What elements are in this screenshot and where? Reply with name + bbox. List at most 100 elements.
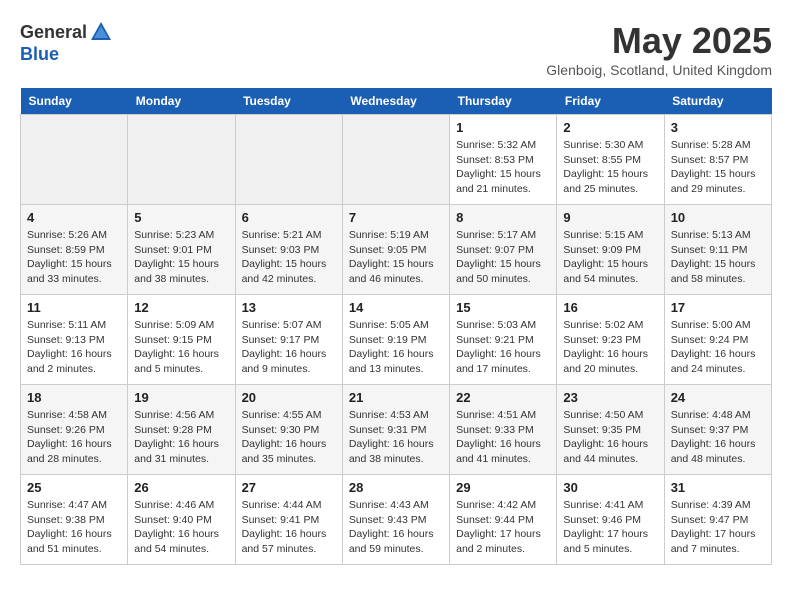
day-number: 21	[349, 390, 443, 405]
day-number: 12	[134, 300, 228, 315]
month-title: May 2025	[546, 20, 772, 62]
calendar-cell	[235, 115, 342, 205]
day-number: 3	[671, 120, 765, 135]
calendar-cell: 15 Sunrise: 5:03 AMSunset: 9:21 PMDayligh…	[450, 295, 557, 385]
day-number: 8	[456, 210, 550, 225]
day-number: 17	[671, 300, 765, 315]
calendar-cell: 19 Sunrise: 4:56 AMSunset: 9:28 PMDayligh…	[128, 385, 235, 475]
day-info: Sunrise: 5:28 AMSunset: 8:57 PMDaylight:…	[671, 138, 765, 197]
day-number: 9	[563, 210, 657, 225]
calendar-cell: 22 Sunrise: 4:51 AMSunset: 9:33 PMDayligh…	[450, 385, 557, 475]
day-info: Sunrise: 5:19 AMSunset: 9:05 PMDaylight:…	[349, 228, 443, 287]
day-info: Sunrise: 5:07 AMSunset: 9:17 PMDaylight:…	[242, 318, 336, 377]
day-info: Sunrise: 5:02 AMSunset: 9:23 PMDaylight:…	[563, 318, 657, 377]
calendar-cell: 10Sunrise: 5:13 AMSunset: 9:11 PMDayligh…	[664, 205, 771, 295]
day-number: 19	[134, 390, 228, 405]
page-header: General Blue May 2025 Glenboig, Scotland…	[20, 20, 772, 78]
day-info: Sunrise: 4:43 AMSunset: 9:43 PMDaylight:…	[349, 498, 443, 557]
calendar-cell	[21, 115, 128, 205]
day-info: Sunrise: 5:15 AMSunset: 9:09 PMDaylight:…	[563, 228, 657, 287]
day-info: Sunrise: 5:11 AMSunset: 9:13 PMDaylight:…	[27, 318, 121, 377]
day-info: Sunrise: 4:55 AMSunset: 9:30 PMDaylight:…	[242, 408, 336, 467]
day-number: 5	[134, 210, 228, 225]
day-info: Sunrise: 5:21 AMSunset: 9:03 PMDaylight:…	[242, 228, 336, 287]
day-info: Sunrise: 4:56 AMSunset: 9:28 PMDaylight:…	[134, 408, 228, 467]
calendar-cell: 31 Sunrise: 4:39 AMSunset: 9:47 PMDayligh…	[664, 475, 771, 565]
day-number: 6	[242, 210, 336, 225]
calendar-cell: 17 Sunrise: 5:00 AMSunset: 9:24 PMDayligh…	[664, 295, 771, 385]
weekday-header-monday: Monday	[128, 88, 235, 115]
day-number: 23	[563, 390, 657, 405]
calendar-cell: 3 Sunrise: 5:28 AMSunset: 8:57 PMDaylight…	[664, 115, 771, 205]
calendar-cell: 4Sunrise: 5:26 AMSunset: 8:59 PMDaylight…	[21, 205, 128, 295]
calendar-cell: 25 Sunrise: 4:47 AMSunset: 9:38 PMDayligh…	[21, 475, 128, 565]
logo-icon	[89, 20, 113, 44]
weekday-header-saturday: Saturday	[664, 88, 771, 115]
day-info: Sunrise: 5:30 AMSunset: 8:55 PMDaylight:…	[563, 138, 657, 197]
day-info: Sunrise: 5:17 AMSunset: 9:07 PMDaylight:…	[456, 228, 550, 287]
day-number: 20	[242, 390, 336, 405]
calendar-cell: 8 Sunrise: 5:17 AMSunset: 9:07 PMDaylight…	[450, 205, 557, 295]
calendar-cell: 28Sunrise: 4:43 AMSunset: 9:43 PMDayligh…	[342, 475, 449, 565]
day-info: Sunrise: 4:41 AMSunset: 9:46 PMDaylight:…	[563, 498, 657, 557]
weekday-header-friday: Friday	[557, 88, 664, 115]
logo-general-text: General	[20, 22, 87, 43]
day-number: 22	[456, 390, 550, 405]
calendar-cell: 1 Sunrise: 5:32 AMSunset: 8:53 PMDaylight…	[450, 115, 557, 205]
weekday-header-wednesday: Wednesday	[342, 88, 449, 115]
calendar-week-5: 25 Sunrise: 4:47 AMSunset: 9:38 PMDayligh…	[21, 475, 772, 565]
calendar-table: SundayMondayTuesdayWednesdayThursdayFrid…	[20, 88, 772, 565]
calendar-cell: 13Sunrise: 5:07 AMSunset: 9:17 PMDayligh…	[235, 295, 342, 385]
day-number: 2	[563, 120, 657, 135]
weekday-header-sunday: Sunday	[21, 88, 128, 115]
day-info: Sunrise: 4:50 AMSunset: 9:35 PMDaylight:…	[563, 408, 657, 467]
calendar-week-4: 18 Sunrise: 4:58 AMSunset: 9:26 PMDayligh…	[21, 385, 772, 475]
title-section: May 2025 Glenboig, Scotland, United King…	[546, 20, 772, 78]
calendar-cell: 11 Sunrise: 5:11 AMSunset: 9:13 PMDayligh…	[21, 295, 128, 385]
calendar-cell: 26 Sunrise: 4:46 AMSunset: 9:40 PMDayligh…	[128, 475, 235, 565]
day-info: Sunrise: 4:42 AMSunset: 9:44 PMDaylight:…	[456, 498, 550, 557]
day-info: Sunrise: 5:03 AMSunset: 9:21 PMDaylight:…	[456, 318, 550, 377]
day-number: 26	[134, 480, 228, 495]
calendar-cell: 12 Sunrise: 5:09 AMSunset: 9:15 PMDayligh…	[128, 295, 235, 385]
day-info: Sunrise: 4:53 AMSunset: 9:31 PMDaylight:…	[349, 408, 443, 467]
calendar-week-3: 11 Sunrise: 5:11 AMSunset: 9:13 PMDayligh…	[21, 295, 772, 385]
day-info: Sunrise: 4:51 AMSunset: 9:33 PMDaylight:…	[456, 408, 550, 467]
day-info: Sunrise: 5:26 AMSunset: 8:59 PMDaylight:…	[27, 228, 121, 287]
weekday-header-row: SundayMondayTuesdayWednesdayThursdayFrid…	[21, 88, 772, 115]
logo-blue-text: Blue	[20, 44, 59, 65]
calendar-cell: 29Sunrise: 4:42 AMSunset: 9:44 PMDayligh…	[450, 475, 557, 565]
calendar-cell: 24 Sunrise: 4:48 AMSunset: 9:37 PMDayligh…	[664, 385, 771, 475]
day-info: Sunrise: 4:58 AMSunset: 9:26 PMDaylight:…	[27, 408, 121, 467]
calendar-cell: 2 Sunrise: 5:30 AMSunset: 8:55 PMDaylight…	[557, 115, 664, 205]
day-number: 15	[456, 300, 550, 315]
day-info: Sunrise: 4:48 AMSunset: 9:37 PMDaylight:…	[671, 408, 765, 467]
calendar-cell: 20 Sunrise: 4:55 AMSunset: 9:30 PMDayligh…	[235, 385, 342, 475]
day-number: 11	[27, 300, 121, 315]
day-info: Sunrise: 4:44 AMSunset: 9:41 PMDaylight:…	[242, 498, 336, 557]
calendar-cell: 23 Sunrise: 4:50 AMSunset: 9:35 PMDayligh…	[557, 385, 664, 475]
day-number: 27	[242, 480, 336, 495]
day-number: 24	[671, 390, 765, 405]
calendar-cell: 21 Sunrise: 4:53 AMSunset: 9:31 PMDayligh…	[342, 385, 449, 475]
day-info: Sunrise: 4:46 AMSunset: 9:40 PMDaylight:…	[134, 498, 228, 557]
calendar-cell: 27 Sunrise: 4:44 AMSunset: 9:41 PMDayligh…	[235, 475, 342, 565]
day-info: Sunrise: 5:32 AMSunset: 8:53 PMDaylight:…	[456, 138, 550, 197]
day-info: Sunrise: 4:47 AMSunset: 9:38 PMDaylight:…	[27, 498, 121, 557]
weekday-header-thursday: Thursday	[450, 88, 557, 115]
day-number: 18	[27, 390, 121, 405]
day-number: 30	[563, 480, 657, 495]
day-number: 25	[27, 480, 121, 495]
calendar-cell	[342, 115, 449, 205]
calendar-cell: 18 Sunrise: 4:58 AMSunset: 9:26 PMDayligh…	[21, 385, 128, 475]
calendar-cell	[128, 115, 235, 205]
day-number: 1	[456, 120, 550, 135]
day-number: 16	[563, 300, 657, 315]
day-info: Sunrise: 4:39 AMSunset: 9:47 PMDaylight:…	[671, 498, 765, 557]
day-number: 31	[671, 480, 765, 495]
day-number: 7	[349, 210, 443, 225]
location-subtitle: Glenboig, Scotland, United Kingdom	[546, 62, 772, 78]
day-info: Sunrise: 5:05 AMSunset: 9:19 PMDaylight:…	[349, 318, 443, 377]
day-info: Sunrise: 5:09 AMSunset: 9:15 PMDaylight:…	[134, 318, 228, 377]
day-info: Sunrise: 5:00 AMSunset: 9:24 PMDaylight:…	[671, 318, 765, 377]
